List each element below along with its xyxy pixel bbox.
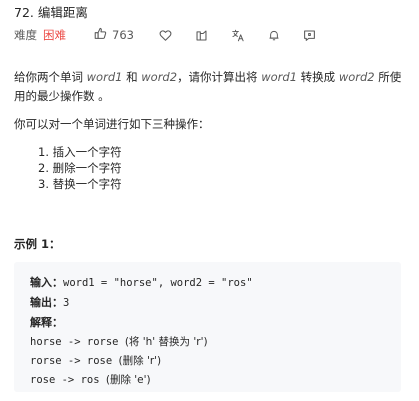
example-output-line: 输出：3 bbox=[30, 293, 253, 313]
difficulty-label: 难度 bbox=[14, 28, 37, 42]
comment-icon bbox=[303, 29, 316, 42]
description-paragraph: 给你两个单词 word1 和 word2，请你计算出将 word1 转换成 wo… bbox=[14, 68, 406, 106]
operations-list: 1. 插入一个字符 2. 删除一个字符 3. 替换一个字符 bbox=[38, 144, 122, 192]
translate-icon bbox=[231, 29, 245, 42]
favorite-button[interactable] bbox=[159, 29, 172, 42]
step-note: (将 'h' 替换为 'r') bbox=[124, 336, 208, 348]
description-term: word1 bbox=[261, 70, 298, 84]
example-content: 输入：word1 = "horse", word2 = "ros" 输出：3 解释：… bbox=[30, 273, 253, 390]
description-text: 转换成 bbox=[297, 70, 339, 84]
operations-intro: 你可以对一个单词进行如下三种操作： bbox=[14, 117, 210, 131]
step-code: rorse -> rose bbox=[30, 355, 119, 367]
example-step: rorse -> rose (删除 'r') bbox=[30, 352, 253, 371]
list-item: 3. 替换一个字符 bbox=[38, 177, 122, 191]
description-text: 和 bbox=[122, 70, 142, 84]
input-value: word1 = "horse", word2 = "ros" bbox=[63, 277, 253, 289]
comment-button[interactable] bbox=[303, 29, 316, 42]
input-label: 输入： bbox=[30, 276, 63, 289]
example-title: 示例 1： bbox=[14, 237, 61, 251]
description-term: word2 bbox=[141, 70, 178, 84]
output-label: 输出： bbox=[30, 296, 63, 309]
example-step: rose -> ros (删除 'e') bbox=[30, 371, 253, 390]
step-code: rose -> ros bbox=[30, 374, 106, 386]
problem-meta-bar: 难度 困难 763 bbox=[14, 27, 339, 43]
problem-title: 72. 编辑距离 bbox=[14, 5, 88, 20]
problem-page: 72. 编辑距离 难度 困难 763 给你两个单词 word1 和 word2，… bbox=[0, 0, 419, 401]
explain-label: 解释： bbox=[30, 316, 63, 329]
list-item: 1. 插入一个字符 bbox=[38, 145, 122, 159]
description-text: ，请你计算出将 bbox=[177, 70, 262, 84]
heart-icon bbox=[159, 29, 172, 42]
description-text: 给你两个单词 bbox=[14, 70, 87, 84]
list-item: 2. 删除一个字符 bbox=[38, 161, 122, 175]
example-block: 输入：word1 = "horse", word2 = "ros" 输出：3 解释：… bbox=[14, 262, 401, 392]
translate-button[interactable] bbox=[231, 29, 245, 42]
description-term: word2 bbox=[338, 70, 375, 84]
bell-icon bbox=[268, 29, 280, 42]
share-icon bbox=[195, 29, 208, 42]
share-button[interactable] bbox=[195, 29, 208, 42]
like-button[interactable]: 763 bbox=[94, 27, 134, 43]
example-explain-line: 解释： bbox=[30, 313, 253, 333]
step-note: (删除 'r') bbox=[118, 355, 162, 367]
example-input-line: 输入：word1 = "horse", word2 = "ros" bbox=[30, 273, 253, 293]
notification-button[interactable] bbox=[268, 29, 280, 42]
step-note: (删除 'e') bbox=[105, 374, 151, 386]
difficulty-badge: 困难 bbox=[43, 28, 66, 42]
step-code: horse -> rorse bbox=[30, 336, 125, 348]
like-count: 763 bbox=[112, 28, 134, 42]
description-term: word1 bbox=[86, 70, 123, 84]
example-step: horse -> rorse (将 'h' 替换为 'r') bbox=[30, 333, 253, 352]
thumbs-up-icon bbox=[94, 27, 107, 43]
output-value: 3 bbox=[63, 297, 70, 309]
